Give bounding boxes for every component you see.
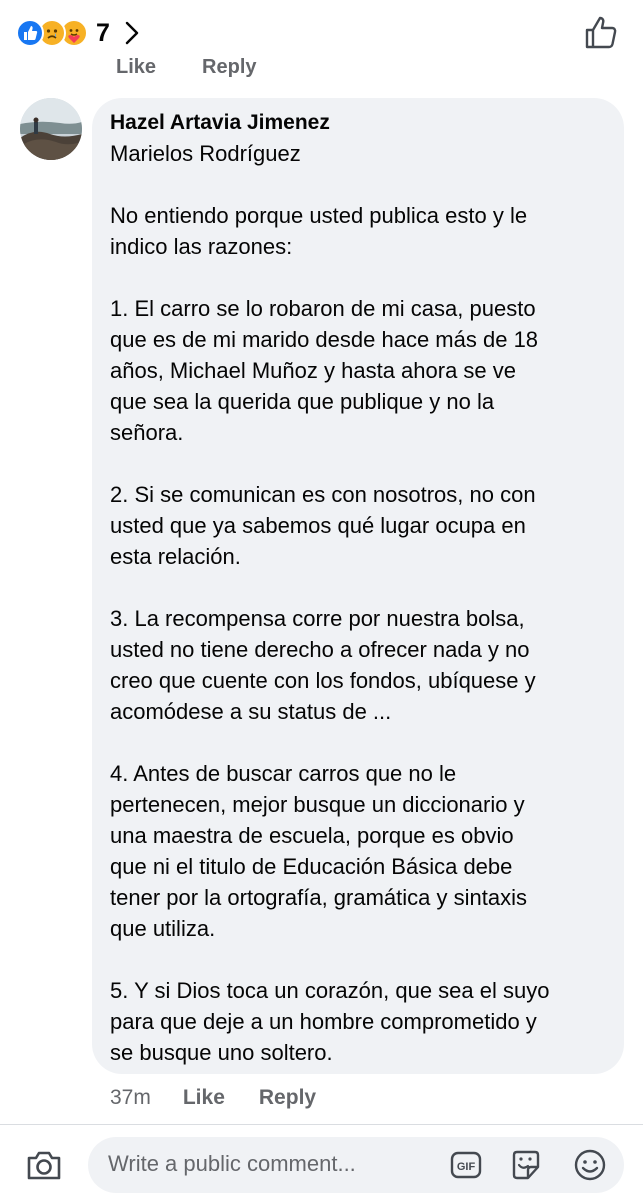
comment-line: que utiliza. xyxy=(110,916,216,941)
like-link[interactable]: Like xyxy=(183,1086,225,1110)
comment-bubble[interactable]: Hazel Artavia Jimenez Marielos Rodríguez… xyxy=(92,98,624,1074)
camera-icon[interactable] xyxy=(24,1145,64,1185)
previous-comment-actions: Like Reply xyxy=(116,52,257,78)
comment-author[interactable]: Hazel Artavia Jimenez xyxy=(110,110,606,136)
comment-line xyxy=(110,727,606,758)
comment-line: años, Michael Muñoz y hasta ahora se ve xyxy=(110,358,517,383)
comment-line: Marielos Rodríguez xyxy=(110,141,301,166)
comment-line: 1. El carro se lo robaron de mi casa, pu… xyxy=(110,296,536,321)
reactions-bar: 7 xyxy=(0,0,643,64)
comment-line: se busque uno soltero. xyxy=(110,1040,333,1065)
comment-actions: 37m Like Reply xyxy=(110,1086,316,1110)
comment-line: tener por la ortografía, gramática y sin… xyxy=(110,885,527,910)
comment-line: 5. Y si Dios toca un corazón, que sea el… xyxy=(110,978,550,1003)
comment-line: una maestra de escuela, porque es obvio xyxy=(110,823,514,848)
comment-line xyxy=(110,262,606,293)
comment-timestamp[interactable]: 37m xyxy=(110,1086,151,1110)
comment-line: usted que ya sabemos qué lugar ocupa en xyxy=(110,513,526,538)
previous-like-link[interactable]: Like xyxy=(116,56,156,78)
comment-line: acomódese a su status de ... xyxy=(110,699,392,724)
comment-line: que es de mi marido desde hace más de 18 xyxy=(110,327,539,352)
comment-line: que ni el titulo de Educación Básica deb… xyxy=(110,854,513,879)
composer-divider xyxy=(0,1124,643,1125)
comment-line xyxy=(110,448,606,479)
comment-line: que sea la querida que publique y no la xyxy=(110,389,495,414)
comment-line: para que deje a un hombre comprometido y xyxy=(110,1009,537,1034)
comment-line: pertenecen, mejor busque un diccionario … xyxy=(110,792,525,817)
gif-icon[interactable]: GIF xyxy=(448,1147,484,1183)
avatar[interactable] xyxy=(20,98,82,160)
like-icon xyxy=(16,19,44,47)
reactions-summary[interactable]: 7 xyxy=(16,17,142,49)
comment-line: 4. Antes de buscar carros que no le xyxy=(110,761,457,786)
comment-line: creo que cuente con los fondos, ubíquese… xyxy=(110,668,536,693)
sticker-icon[interactable] xyxy=(508,1147,544,1183)
chevron-right-icon[interactable] xyxy=(122,19,142,47)
svg-text:GIF: GIF xyxy=(457,1161,476,1173)
comment-line: señora. xyxy=(110,420,184,445)
comment-line: usted no tiene derecho a ofrecer nada y … xyxy=(110,637,530,662)
thumbs-up-icon[interactable] xyxy=(583,15,619,51)
reply-link[interactable]: Reply xyxy=(259,1086,316,1110)
comment-line: No entiendo porque usted publica esto y … xyxy=(110,203,528,228)
comment-line xyxy=(110,572,606,603)
emoji-icon[interactable] xyxy=(572,1147,608,1183)
previous-reply-link[interactable]: Reply xyxy=(202,56,256,78)
comment-line: 3. La recompensa corre por nuestra bolsa… xyxy=(110,606,525,631)
comment-line xyxy=(110,169,606,200)
comment-line xyxy=(110,944,606,975)
comment-text: Marielos Rodríguez No entiendo porque us… xyxy=(110,138,606,1068)
comment-input[interactable]: Write a public comment... GIF xyxy=(88,1137,624,1193)
reaction-count: 7 xyxy=(96,18,110,47)
comment-input-placeholder: Write a public comment... xyxy=(108,1151,356,1176)
comment-line: indico las razones: xyxy=(110,234,293,259)
comment-line: esta relación. xyxy=(110,544,241,569)
comment-line: 2. Si se comunican es con nosotros, no c… xyxy=(110,482,536,507)
